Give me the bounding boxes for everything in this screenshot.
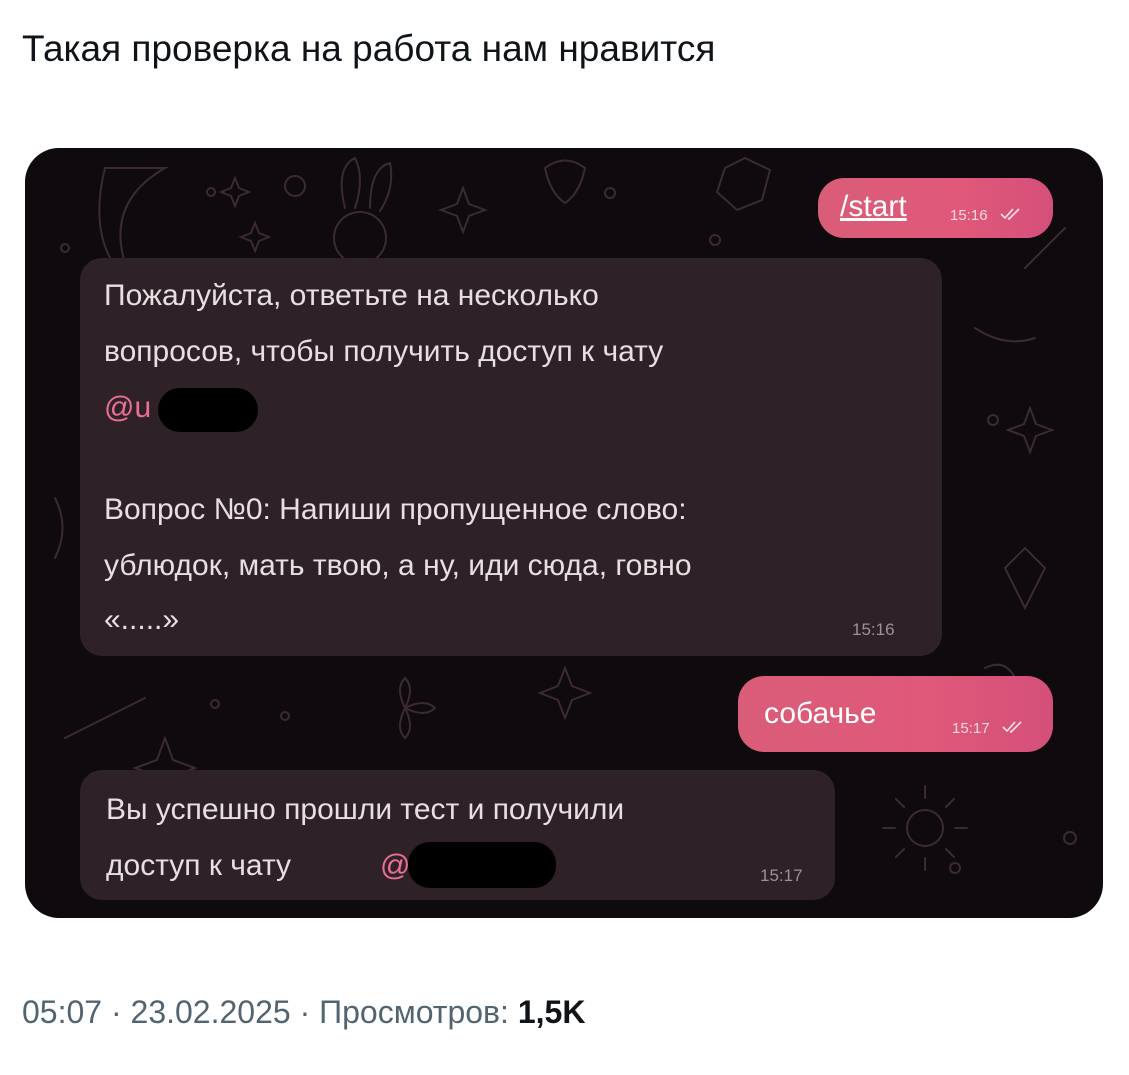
views-count: 1,5K [517,994,586,1030]
message-outgoing-answer[interactable]: собачье 15:17 [738,676,1053,752]
post-meta: 05:07 · 23.02.2025 · Просмотров: 1,5K [22,992,585,1032]
media-image[interactable]: /start 15:16 Пожалуйста, ответьте на нес… [25,148,1103,918]
message-outgoing-start[interactable]: /start 15:16 [818,178,1053,238]
message-incoming-success[interactable]: Вы успешно прошли тест и получили доступ… [80,770,835,900]
redaction-mark [408,842,556,888]
redaction-mark [158,388,258,432]
post-time[interactable]: 05:07 [22,994,102,1030]
message-time: 15:17 [760,866,803,885]
message-line: ублюдок, мать твою, а ну, иди сюда, говн… [104,549,692,582]
message-line: Вы успешно прошли тест и получили [106,793,625,826]
double-check-icon [1002,721,1022,733]
message-line: вопросов, чтобы получить доступ к чату [104,335,664,368]
message-time: 15:17 [952,720,990,737]
post-text: Такая проверка на работа нам нравится [22,28,716,69]
separator: · [102,994,131,1030]
chat-mention-link[interactable]: @ [380,848,410,884]
message-text: /start [840,190,907,223]
separator: · [290,994,320,1030]
post-date[interactable]: 23.02.2025 [131,994,291,1030]
message-line: доступ к чату [106,849,292,882]
double-check-icon [1000,208,1020,220]
message-text: собачье [764,697,877,730]
message-line: Вопрос №0: Напиши пропущенное слово: [104,493,687,526]
message-incoming-question[interactable]: Пожалуйста, ответьте на несколько вопрос… [80,258,942,656]
message-time: 15:16 [950,207,988,224]
message-time: 15:16 [852,620,895,639]
message-line: Пожалуйста, ответьте на несколько [104,279,599,312]
chat-mention-link[interactable]: @u [104,390,151,426]
views-label: Просмотров: [319,994,518,1030]
message-line: «.....» [104,603,180,636]
